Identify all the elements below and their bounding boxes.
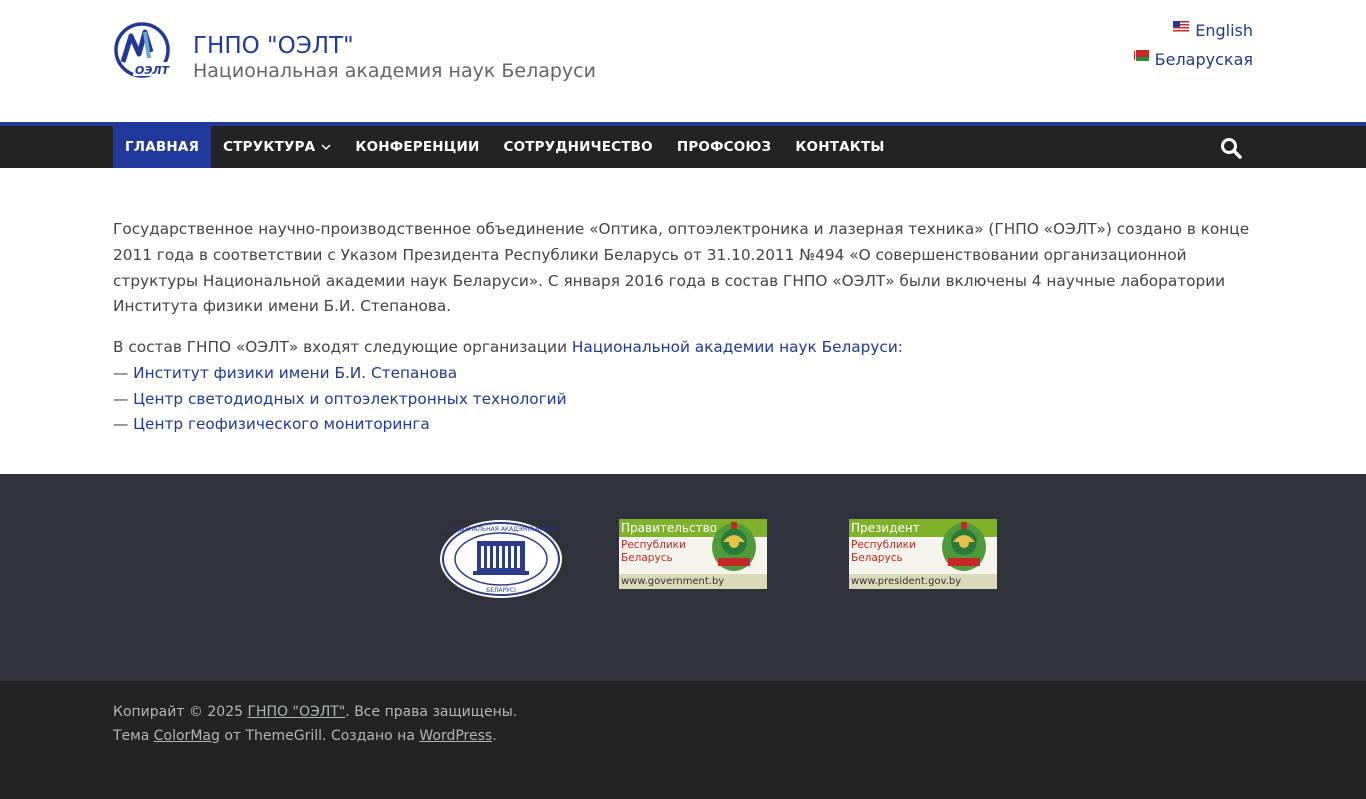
banner-line: Беларусь (851, 552, 903, 564)
theme-mid: от ThemeGrill. Создано на (219, 728, 420, 744)
president-banner[interactable]: Президент Республики Беларусь www.presid… (849, 519, 997, 589)
organizations-prefix: В состав ГНПО «ОЭЛТ» входят следующие ор… (113, 338, 572, 356)
search-icon[interactable] (1220, 137, 1242, 159)
copyright-suffix: . Все права защищены. (345, 704, 518, 720)
logo-text: ОЭЛТ (135, 64, 171, 77)
nav-item-cooperation[interactable]: СОТРУДНИЧЕСТВО (491, 126, 664, 168)
nav-item-home[interactable]: ГЛАВНАЯ (113, 126, 212, 168)
banner-line: Республики (851, 539, 916, 551)
geophysical-center-link[interactable]: Центр геофизического мониторинга (133, 415, 430, 433)
site-header: ОЭЛТ ГНПО "ОЭЛТ" Национальная академия н… (0, 0, 1366, 122)
language-belarusian-link[interactable]: Беларуская (1132, 50, 1253, 69)
nav-item-contacts[interactable]: КОНТАКТЫ (783, 126, 896, 168)
organizations-block: В состав ГНПО «ОЭЛТ» входят следующие ор… (113, 335, 1253, 438)
nas-logo-top-text: НАЦЫЯНАЛЬНАЯ АКАДЭМІЯ НАВУК (446, 526, 556, 533)
organizations-suffix: : (897, 338, 903, 356)
nas-logo-bottom-text: БЕЛАРУСІ (486, 587, 516, 594)
copyright-line: Копирайт © 2025 ГНПО "ОЭЛТ". Все права з… (113, 704, 517, 720)
organizations-intro: В состав ГНПО «ОЭЛТ» входят следующие ор… (113, 335, 1253, 361)
site-description: Национальная академия наук Беларуси (193, 60, 596, 82)
footer-widgets: НАЦЫЯНАЛЬНАЯ АКАДЭМІЯ НАВУК БЕЛАРУСІ Пра… (0, 474, 1366, 681)
list-dash: — (113, 389, 134, 408)
coat-of-arms-icon (712, 522, 756, 571)
government-banner[interactable]: Правительство Республики Беларусь www.go… (619, 519, 767, 589)
site-footer: Копирайт © 2025 ГНПО "ОЭЛТ". Все права з… (0, 681, 1366, 799)
wordpress-link[interactable]: WordPress (419, 728, 492, 744)
language-english-link[interactable]: English (1173, 21, 1253, 40)
language-label: Беларуская (1154, 50, 1253, 69)
colormag-link[interactable]: ColorMag (154, 728, 220, 744)
main-navigation: ГЛАВНАЯ СТРУКТУРА КОНФЕРЕНЦИИ СОТРУДНИЧЕ… (0, 122, 1366, 168)
nav-item-structure[interactable]: СТРУКТУРА (211, 126, 343, 168)
site-title[interactable]: ГНПО "ОЭЛТ" (193, 33, 354, 59)
theme-credit-line: Тема ColorMag от ThemeGrill. Создано на … (113, 728, 497, 744)
nav-item-trade-union[interactable]: ПРОФСОЮЗ (665, 126, 783, 168)
list-item: — Институт физики имени Б.И. Степанова (113, 361, 1253, 387)
banner-url: www.president.gov.by (849, 574, 997, 589)
copyright-prefix: Копирайт © 2025 (113, 704, 248, 720)
language-label: English (1195, 21, 1253, 40)
nas-belarus-logo[interactable]: НАЦЫЯНАЛЬНАЯ АКАДЭМІЯ НАВУК БЕЛАРУСІ (439, 519, 563, 599)
banner-line: Беларусь (621, 552, 673, 564)
banner-subtitle: Республики Беларусь (621, 539, 701, 565)
list-dash: — (113, 363, 134, 382)
intro-paragraph: Государственное научно-производственное … (113, 220, 1250, 316)
nas-link[interactable]: Национальной академии наук Беларуси (572, 338, 898, 356)
banner-line: Республики (621, 539, 686, 551)
led-center-link[interactable]: Центр светодиодных и оптоэлектронных тех… (133, 390, 566, 408)
by-flag-icon (1132, 50, 1149, 61)
coat-of-arms-icon (942, 522, 986, 571)
main-content: Государственное научно-производственное … (0, 168, 1366, 474)
theme-suffix: . (492, 728, 497, 744)
list-item: — Центр светодиодных и оптоэлектронных т… (113, 387, 1253, 413)
copyright-site-link[interactable]: ГНПО "ОЭЛТ" (247, 704, 345, 720)
institute-physics-link[interactable]: Институт физики имени Б.И. Степанова (133, 364, 457, 382)
oelt-logo[interactable]: ОЭЛТ (113, 22, 173, 78)
list-dash: — (113, 415, 134, 434)
list-item: — Центр геофизического мониторинга (113, 412, 1253, 438)
banner-url: www.government.by (619, 574, 767, 589)
banner-subtitle: Республики Беларусь (851, 539, 931, 565)
chevron-down-icon (321, 144, 331, 151)
nav-item-label: СТРУКТУРА (223, 139, 316, 155)
us-flag-icon (1173, 21, 1190, 32)
theme-prefix: Тема (113, 728, 154, 744)
nav-item-conferences[interactable]: КОНФЕРЕНЦИИ (343, 126, 491, 168)
